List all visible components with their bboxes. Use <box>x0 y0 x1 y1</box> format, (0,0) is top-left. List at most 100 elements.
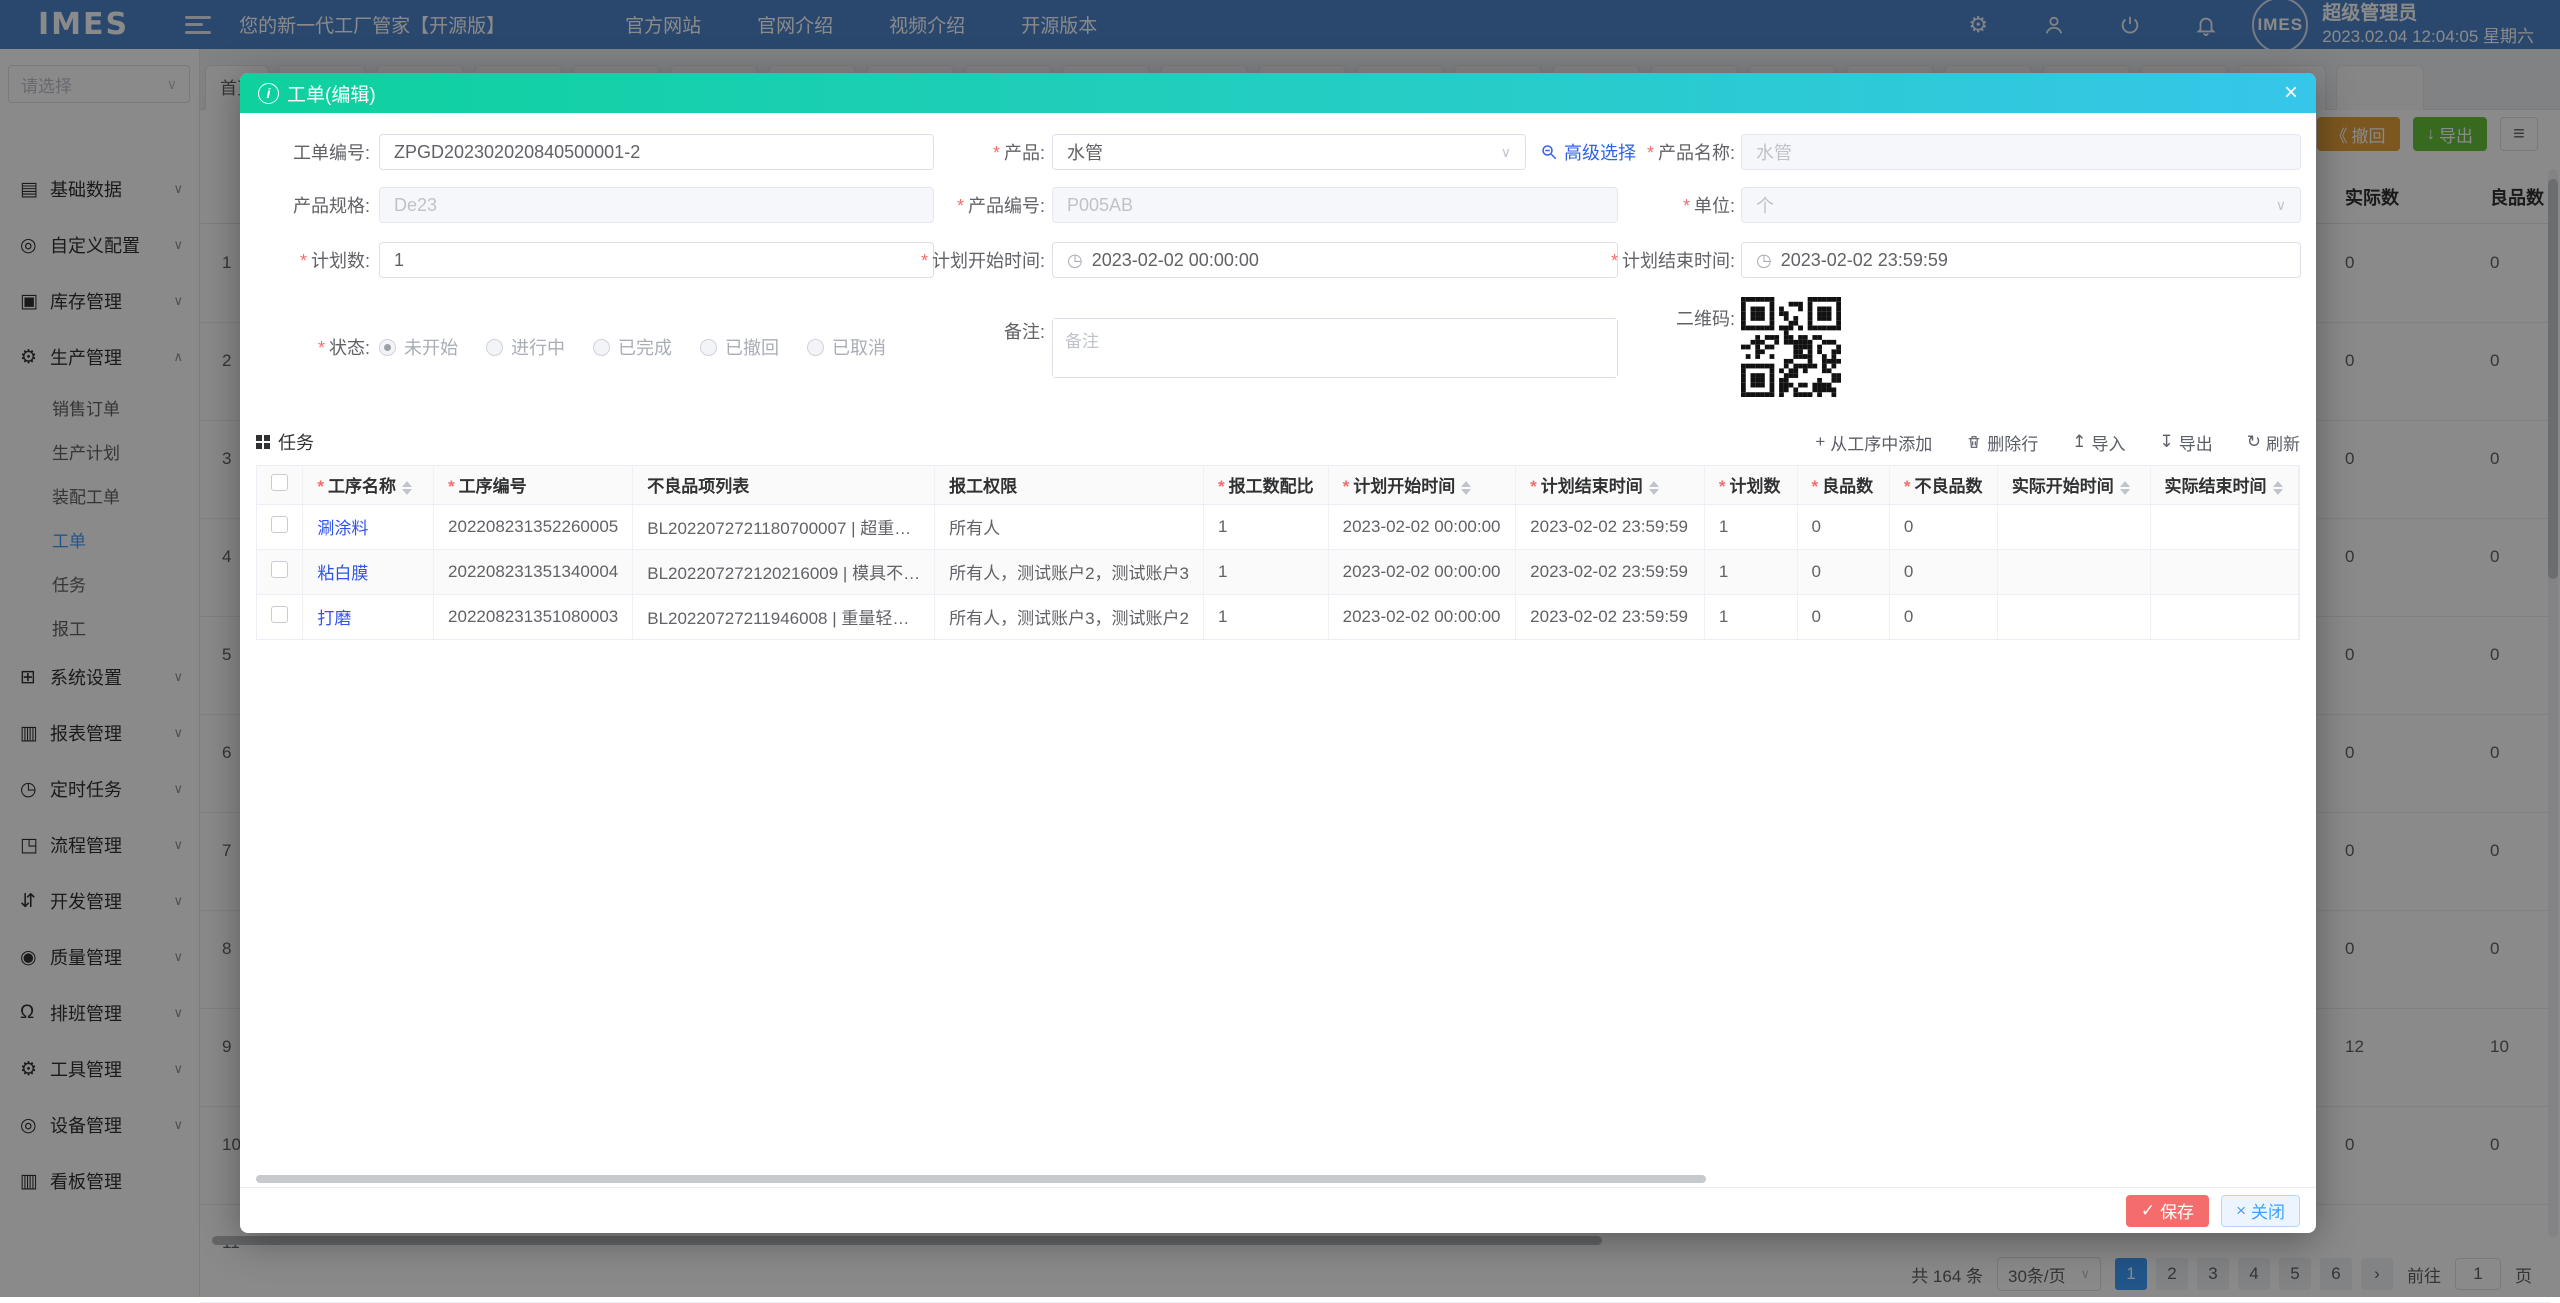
tasks-action-导入[interactable]: ↥导入 <box>2072 430 2125 455</box>
sort-desc-icon <box>1649 489 1659 495</box>
tasks-action-label: 删除行 <box>1987 430 2038 455</box>
tasks-action-label: 从工序中添加 <box>1830 430 1932 455</box>
process-name-link[interactable]: 粘白膜 <box>317 564 368 583</box>
product-name-input: 水管 <box>1741 134 2301 170</box>
plan-start-datepicker[interactable]: ◷ 2023-02-02 00:00:00 <box>1052 242 1618 278</box>
status-radio-进行中[interactable]: 进行中 <box>486 334 565 360</box>
qr-code-image <box>1741 297 1841 397</box>
product-select[interactable]: 水管 ∨ <box>1052 134 1526 170</box>
task-cell: 2023-02-02 00:00:00 <box>1328 504 1516 549</box>
unit-value: 个 <box>1756 192 1774 218</box>
sort-asc-icon <box>2273 481 2283 487</box>
close-icon[interactable]: × <box>2284 81 2298 105</box>
task-cell-checkbox <box>257 594 303 639</box>
product-value: 水管 <box>1067 139 1103 165</box>
sort-icon[interactable] <box>2273 481 2283 495</box>
plan-qty-value[interactable] <box>394 250 919 271</box>
task-cell: 1 <box>1704 594 1797 639</box>
radio-dot <box>700 339 717 356</box>
close-button[interactable]: × 关闭 <box>2221 1195 2300 1227</box>
task-cell: 1 <box>1204 594 1329 639</box>
checkbox[interactable] <box>271 474 288 491</box>
column-label: 工序编号 <box>448 477 527 496</box>
remark-textarea[interactable] <box>1052 318 1618 378</box>
task-cell-checkbox <box>257 504 303 549</box>
info-icon: i <box>258 83 279 104</box>
task-cell: BL202207272120216009 | 模具不… <box>633 549 935 594</box>
task-cell <box>2150 549 2298 594</box>
task-cell: 打磨 <box>303 594 434 639</box>
modal-footer: ✓ 保存 × 关闭 <box>240 1187 2316 1233</box>
plan-end-label: 计划结束时间: <box>1611 247 1735 273</box>
checkbox[interactable] <box>271 606 288 623</box>
tasks-action-从工序中添加[interactable]: +从工序中添加 <box>1815 430 1932 455</box>
task-cell: BL2022072721180700007 | 超重… <box>633 504 935 549</box>
plan-qty-label: 计划数: <box>300 247 370 273</box>
task-cell: 1 <box>1204 504 1329 549</box>
tasks-column-工序名称[interactable]: 工序名称 <box>303 466 434 504</box>
checkbox[interactable] <box>271 516 288 533</box>
process-name-link[interactable]: 打磨 <box>317 609 351 628</box>
product-name-label: 产品名称: <box>1647 139 1735 165</box>
save-button[interactable]: ✓ 保存 <box>2126 1195 2209 1227</box>
sort-desc-icon <box>2120 489 2130 495</box>
clock-icon: ◷ <box>1067 250 1083 271</box>
chevron-down-icon: ∨ <box>1501 144 1511 161</box>
tasks-header-checkbox <box>257 466 303 504</box>
plan-end-datepicker[interactable]: ◷ 2023-02-02 23:59:59 <box>1741 242 2301 278</box>
grid-icon <box>256 435 270 449</box>
plan-qty-input[interactable] <box>379 242 934 278</box>
checkbox[interactable] <box>271 561 288 578</box>
tasks-section-header: 任务 +从工序中添加删除行↥导入↧导出↻刷新 <box>256 427 2300 457</box>
task-cell: 2023-02-02 23:59:59 <box>1516 504 1705 549</box>
column-label: 实际结束时间 <box>2165 477 2267 496</box>
task-cell: 2023-02-02 23:59:59 <box>1516 549 1705 594</box>
magnifier-icon <box>1540 143 1558 161</box>
task-cell: 2023-02-02 00:00:00 <box>1328 594 1516 639</box>
product-spec-value: De23 <box>394 195 437 216</box>
tasks-action-label: 导入 <box>2092 430 2126 455</box>
task-cell: 所有人 <box>935 504 1204 549</box>
tasks-column-报工数配比: 报工数配比 <box>1204 466 1329 504</box>
status-radio-已完成[interactable]: 已完成 <box>593 334 672 360</box>
radio-label: 已取消 <box>832 334 886 360</box>
order-no-value[interactable] <box>394 142 919 163</box>
process-name-link[interactable]: 涮涂料 <box>317 519 368 538</box>
task-cell: 202208231352260005 <box>434 504 633 549</box>
task-cell <box>1997 504 2150 549</box>
sort-icon[interactable] <box>1649 481 1659 495</box>
task-cell-checkbox <box>257 549 303 594</box>
status-label: 状态: <box>318 334 370 360</box>
sort-asc-icon <box>2120 481 2130 487</box>
tasks-action-刷新[interactable]: ↻刷新 <box>2247 430 2300 455</box>
radio-dot <box>486 339 503 356</box>
tasks-hscrollbar[interactable] <box>256 1175 1706 1183</box>
tasks-action-删除行[interactable]: 删除行 <box>1966 430 2038 455</box>
task-cell: 0 <box>1797 594 1889 639</box>
sort-desc-icon <box>1461 489 1471 495</box>
status-radio-已撤回[interactable]: 已撤回 <box>700 334 779 360</box>
close-label: 关闭 <box>2251 1198 2285 1223</box>
status-radio-已取消[interactable]: 已取消 <box>807 334 886 360</box>
tasks-column-计划结束时间[interactable]: 计划结束时间 <box>1516 466 1705 504</box>
tasks-column-实际结束时间[interactable]: 实际结束时间 <box>2150 466 2298 504</box>
task-cell: 2023-02-02 00:00:00 <box>1328 549 1516 594</box>
order-no-input[interactable] <box>379 134 934 170</box>
column-label: 实际开始时间 <box>2012 477 2114 496</box>
sort-icon[interactable] <box>1461 481 1471 495</box>
tasks-column-实际开始时间[interactable]: 实际开始时间 <box>1997 466 2150 504</box>
sort-icon[interactable] <box>402 481 412 495</box>
tasks-column-计划开始时间[interactable]: 计划开始时间 <box>1328 466 1516 504</box>
task-cell <box>1997 594 2150 639</box>
sort-asc-icon <box>1649 481 1659 487</box>
refresh-icon: ↻ <box>2247 432 2261 452</box>
status-radio-未开始[interactable]: 未开始 <box>379 334 458 360</box>
save-label: 保存 <box>2160 1198 2194 1223</box>
sort-icon[interactable] <box>2120 481 2130 495</box>
tasks-toolbar: +从工序中添加 删除行 ↥导入 ↧导出 ↻刷新 <box>1815 430 2300 455</box>
tasks-action-导出[interactable]: ↧导出 <box>2160 430 2213 455</box>
radio-label: 已撤回 <box>725 334 779 360</box>
check-icon: ✓ <box>2141 1201 2155 1221</box>
column-label: 工序名称 <box>317 477 396 496</box>
work-order-edit-modal: i 工单(编辑) × 工单编号: 产品: 水管 ∨ 高级选择 产品名称: 水管 … <box>240 73 2316 1233</box>
